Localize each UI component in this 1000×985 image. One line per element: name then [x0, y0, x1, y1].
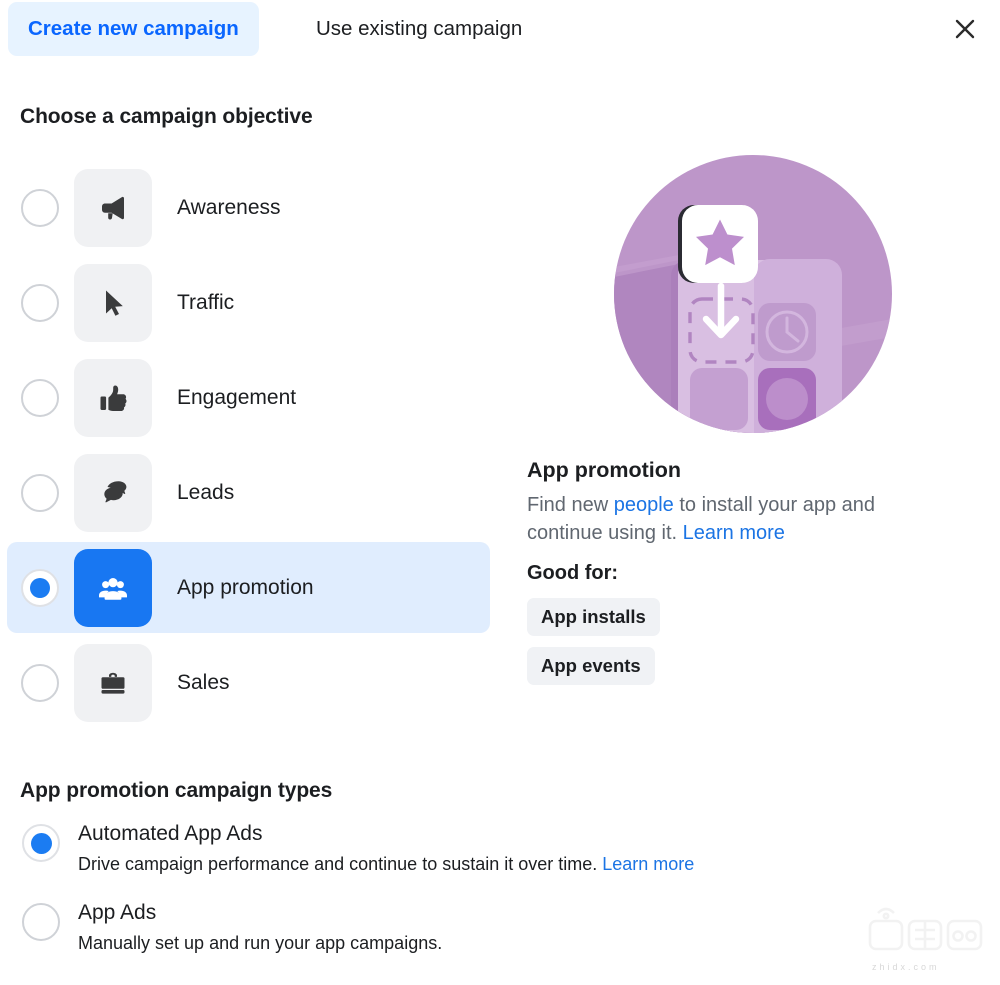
campaign-type-desc-app-ads: Manually set up and run your app campaig…	[78, 933, 442, 954]
cursor-icon	[106, 290, 123, 316]
tag-app-installs: App installs	[527, 597, 660, 636]
tile-traffic[interactable]	[74, 263, 152, 342]
watermark-icon	[868, 907, 983, 951]
campaign-type-text: App Ads Manually set up and run your app…	[78, 901, 442, 954]
objective-row-sales[interactable]: Sales	[0, 635, 500, 730]
objective-row-leads[interactable]: Leads	[0, 445, 500, 540]
objective-row-awareness[interactable]: Awareness	[0, 160, 500, 255]
radio-sales[interactable]	[21, 663, 59, 702]
tile-leads[interactable]	[74, 453, 152, 532]
watermark-text: zhidx.com	[872, 962, 940, 972]
objective-label-traffic: Traffic	[177, 290, 235, 314]
tile-engagement[interactable]	[74, 358, 152, 437]
objective-label-engagement: Engagement	[177, 385, 297, 409]
detail-description: Find new people to install your app and …	[527, 491, 947, 548]
campaign-type-name-automated-app-ads: Automated App Ads	[78, 822, 263, 845]
radio-leads[interactable]	[21, 473, 59, 512]
good-for-label: Good for:	[527, 561, 619, 584]
campaign-types-title: App promotion campaign types	[20, 779, 333, 802]
tag-row: App events	[527, 646, 967, 696]
tab-create-new-campaign-label: Create new campaign	[28, 17, 239, 40]
campaign-type-name-app-ads: App Ads	[78, 901, 157, 925]
tile-app-promotion[interactable]	[74, 548, 152, 627]
radio-traffic[interactable]	[21, 283, 59, 322]
good-for-tags: App installs App events	[527, 597, 967, 696]
campaign-type-desc-automated-app-ads: Drive campaign performance and continue …	[78, 854, 694, 875]
objective-label-leads: Leads	[177, 480, 235, 504]
campaign-type-desc-text: Drive campaign performance and continue …	[78, 854, 603, 875]
objective-detail-panel: App promotion Find new people to install…	[527, 155, 967, 696]
objective-row-engagement[interactable]: Engagement	[0, 350, 500, 445]
tile-sales[interactable]	[74, 643, 152, 722]
radio-awareness[interactable]	[21, 188, 59, 227]
tab-create-new-campaign[interactable]: Create new campaign	[8, 2, 259, 56]
thumbs-up-icon	[100, 385, 127, 411]
objective-row-traffic[interactable]: Traffic	[0, 255, 500, 350]
briefcase-icon	[101, 672, 125, 694]
objective-label-app-promotion: App promotion	[177, 575, 314, 599]
tab-use-existing-campaign[interactable]: Use existing campaign	[296, 2, 542, 56]
learn-more-link[interactable]: Learn more	[683, 522, 785, 544]
app-promotion-illustration	[614, 155, 892, 433]
learn-more-link-automated[interactable]: Learn more	[602, 854, 694, 874]
campaign-type-text: Automated App Ads Drive campaign perform…	[78, 822, 694, 875]
detail-title: App promotion	[527, 458, 682, 482]
objective-section-title: Choose a campaign objective	[20, 105, 313, 128]
radio-automated-app-ads[interactable]	[22, 824, 60, 862]
objective-label-sales: Sales	[177, 670, 230, 694]
chat-bubbles-icon	[104, 480, 127, 502]
tag-app-events: App events	[527, 646, 655, 685]
radio-app-ads[interactable]	[22, 903, 60, 942]
tag-row: App installs	[527, 597, 967, 647]
tab-bar: Create new campaign Use existing campaig…	[0, 0, 1000, 58]
people-link[interactable]: people	[614, 494, 674, 516]
radio-engagement[interactable]	[21, 378, 59, 417]
people-group-icon	[99, 577, 127, 600]
tab-use-existing-campaign-label: Use existing campaign	[316, 17, 523, 40]
objective-label-awareness: Awareness	[177, 195, 281, 219]
campaign-types-list: Automated App Ads Drive campaign perform…	[0, 822, 900, 980]
campaign-type-desc-text: Manually set up and run your app campaig…	[78, 933, 443, 954]
objective-row-app-promotion[interactable]: App promotion	[0, 540, 500, 635]
campaign-type-row-automated-app-ads[interactable]: Automated App Ads Drive campaign perform…	[0, 822, 900, 875]
tile-awareness[interactable]	[74, 168, 152, 247]
close-button[interactable]	[941, 5, 989, 53]
detail-desc-part1: Find new	[527, 493, 614, 516]
close-icon	[955, 19, 975, 39]
app-promotion-illustration-svg	[614, 155, 892, 433]
megaphone-icon	[102, 196, 124, 219]
objective-list: Awareness Traffic Engagement Leads App p…	[0, 160, 500, 730]
radio-app-promotion[interactable]	[21, 568, 59, 607]
campaign-type-row-app-ads[interactable]: App Ads Manually set up and run your app…	[0, 901, 900, 954]
